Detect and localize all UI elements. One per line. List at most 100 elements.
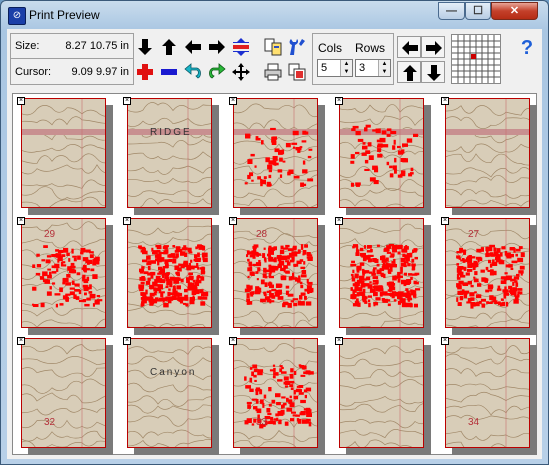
map-page-thumbnail[interactable]: 33: [233, 338, 318, 448]
topo-map-icon: [340, 339, 423, 447]
title-bar[interactable]: ⊘ Print Preview — ☐ ✕: [1, 1, 548, 29]
fit-vertical-button[interactable]: [229, 36, 253, 58]
rotate-right-button[interactable]: [205, 61, 229, 83]
center-button[interactable]: [229, 61, 253, 83]
arrow-left-button[interactable]: [181, 36, 205, 58]
scroll-left-button[interactable]: [397, 36, 421, 58]
arrow-down-icon: [427, 65, 441, 81]
page-select-checkbox[interactable]: ×: [123, 97, 131, 105]
map-page-thumbnail[interactable]: [339, 338, 424, 448]
map-page-thumbnail[interactable]: [21, 98, 106, 208]
rows-spinner[interactable]: 3 ▲ ▼: [355, 59, 391, 77]
arrow-up-icon: [403, 65, 417, 81]
size-value: 8.27 10.75 in: [65, 40, 129, 52]
zoom-out-button[interactable]: [157, 61, 181, 83]
page-setup-button[interactable]: [261, 36, 285, 58]
topo-map-icon: [340, 219, 423, 327]
map-page-label: 32: [44, 417, 56, 428]
app-icon: ⊘: [8, 7, 26, 25]
map-page-thumbnail[interactable]: [233, 98, 318, 208]
map-page-label: 28: [256, 229, 268, 240]
scroll-up-button[interactable]: [397, 61, 421, 83]
preview-area: × RIDGE × × × × 29 × × 28 × × 27 × 32 × Canyon × 33 × × 34 ×: [12, 93, 537, 455]
rotate-left-button[interactable]: [181, 61, 205, 83]
rotate-left-icon: [184, 63, 201, 79]
page-select-checkbox[interactable]: ×: [17, 217, 25, 225]
page-select-checkbox[interactable]: ×: [229, 97, 237, 105]
grid-icon: [452, 35, 500, 83]
cols-spinner[interactable]: 5 ▲ ▼: [317, 59, 353, 77]
close-button[interactable]: ✕: [491, 2, 538, 20]
page-select-checkbox[interactable]: ×: [335, 337, 343, 345]
topo-map-icon: [234, 99, 317, 207]
map-page-thumbnail[interactable]: [339, 98, 424, 208]
page-select-checkbox[interactable]: ×: [335, 97, 343, 105]
page-select-checkbox[interactable]: ×: [123, 337, 131, 345]
page-select-checkbox[interactable]: ×: [441, 337, 449, 345]
map-page-thumbnail[interactable]: Canyon: [127, 338, 212, 448]
arrow-up-icon: [162, 39, 176, 55]
scroll-right-button[interactable]: [421, 36, 445, 58]
move-arrows-icon: [232, 63, 250, 81]
arrow-down-button[interactable]: [133, 36, 157, 58]
arrow-left-icon: [402, 41, 418, 55]
map-page-label: 29: [44, 229, 56, 240]
page-select-checkbox[interactable]: ×: [17, 337, 25, 345]
settings-button[interactable]: [285, 36, 309, 58]
fit-vertical-icon: [233, 38, 249, 56]
arrow-left-icon: [185, 40, 201, 54]
arrow-down-icon: [138, 39, 152, 55]
map-page-label: RIDGE: [150, 127, 192, 138]
printer-icon: [264, 63, 282, 81]
size-label: Size:: [15, 40, 40, 52]
map-page-label: 34: [468, 417, 480, 428]
help-button[interactable]: ?: [515, 37, 539, 59]
print-preview-window: ⊘ Print Preview — ☐ ✕ Size: 8.27 10.75 i…: [0, 0, 549, 465]
page-select-checkbox[interactable]: ×: [441, 97, 449, 105]
cursor-label: Cursor:: [15, 66, 52, 78]
topo-map-icon: [128, 99, 211, 207]
map-page-label: Canyon: [150, 367, 197, 378]
rotate-right-icon: [209, 63, 226, 79]
window-title: Print Preview: [29, 8, 100, 22]
page-select-checkbox[interactable]: ×: [335, 217, 343, 225]
scroll-down-button[interactable]: [421, 61, 445, 83]
zoom-in-button[interactable]: [133, 61, 157, 83]
arrow-right-button[interactable]: [205, 36, 229, 58]
map-page-thumbnail[interactable]: 29: [21, 218, 106, 328]
map-page-thumbnail[interactable]: [339, 218, 424, 328]
arrow-right-icon: [209, 40, 225, 54]
topo-map-icon: [22, 99, 105, 207]
spinner-arrows-icon[interactable]: ▲ ▼: [378, 60, 390, 76]
map-page-thumbnail[interactable]: RIDGE: [127, 98, 212, 208]
page-select-checkbox[interactable]: ×: [229, 337, 237, 345]
map-page-thumbnail[interactable]: 27: [445, 218, 530, 328]
print-button[interactable]: [261, 61, 285, 83]
page-select-checkbox[interactable]: ×: [17, 97, 25, 105]
page-select-checkbox[interactable]: ×: [123, 217, 131, 225]
rows-value: 3: [359, 62, 366, 74]
map-page-thumbnail[interactable]: [445, 98, 530, 208]
minimize-button[interactable]: —: [438, 2, 465, 20]
map-page-thumbnail[interactable]: 34: [445, 338, 530, 448]
map-page-thumbnail[interactable]: [127, 218, 212, 328]
map-page-thumbnail[interactable]: 28: [233, 218, 318, 328]
topo-map-icon: [340, 99, 423, 207]
topo-map-icon: [128, 219, 211, 327]
topo-map-icon: [446, 339, 529, 447]
page-select-checkbox[interactable]: ×: [441, 217, 449, 225]
rows-label: Rows: [355, 41, 386, 55]
info-panel: Size: 8.27 10.75 in Cursor: 9.09 9.97 in: [10, 33, 134, 85]
topo-map-icon: [22, 219, 105, 327]
maximize-button[interactable]: ☐: [465, 2, 491, 20]
page-select-checkbox[interactable]: ×: [229, 217, 237, 225]
spinner-arrows-icon[interactable]: ▲ ▼: [340, 60, 352, 76]
copy-pages-icon: [288, 63, 306, 81]
page-grid-selector[interactable]: [451, 34, 501, 84]
map-page-thumbnail[interactable]: 32: [21, 338, 106, 448]
plus-icon: [137, 64, 153, 80]
topo-map-icon: [446, 99, 529, 207]
copy-pages-button[interactable]: [285, 61, 309, 83]
layout-panel: Cols Rows 5 ▲ ▼ 3 ▲ ▼: [312, 33, 394, 85]
arrow-up-button[interactable]: [157, 36, 181, 58]
